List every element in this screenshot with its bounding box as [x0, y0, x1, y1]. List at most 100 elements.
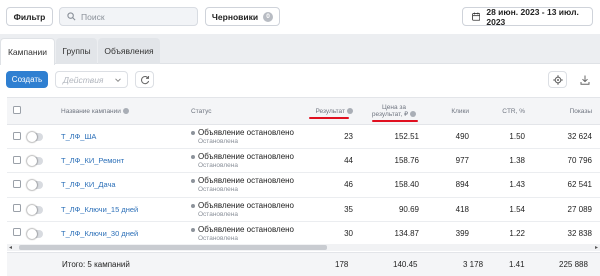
clicks-cell: 399 — [427, 221, 477, 246]
campaign-name-link[interactable]: Т_ЛФ_Ключи_15 дней — [61, 205, 138, 214]
status-cell: Объявление остановлено Остановлена — [187, 172, 309, 198]
drafts-button[interactable]: Черновики 0 — [205, 7, 280, 26]
status-cell: Объявление остановлено Остановлена — [187, 221, 309, 246]
row-checkbox-cell — [7, 148, 27, 174]
download-button[interactable] — [575, 71, 594, 88]
row-checkbox-cell — [7, 172, 27, 198]
scroll-left-icon[interactable]: ◂ — [9, 244, 12, 251]
campaigns-table: Название кампании Статус Результат Цена … — [7, 97, 600, 246]
campaign-name-link[interactable]: Т_ЛФ_ША — [61, 132, 96, 141]
header-name[interactable]: Название кампании — [57, 97, 187, 125]
row-toggle-cell — [27, 148, 57, 174]
horizontal-scrollbar[interactable]: ◂ ▸ — [7, 244, 600, 251]
create-button[interactable]: Создать — [6, 71, 48, 88]
row-checkbox[interactable] — [13, 179, 21, 188]
date-range-picker[interactable]: 28 июн. 2023 - 13 июл. 2023 — [462, 6, 593, 27]
status-text: Объявление остановлено — [191, 225, 309, 234]
create-button-label: Создать — [11, 75, 43, 84]
price-cell: 152.51 — [361, 124, 427, 150]
campaign-name-link[interactable]: Т_ЛФ_Ключи_30 дней — [61, 229, 138, 238]
campaign-toggle[interactable] — [27, 228, 43, 239]
clicks-cell: 894 — [427, 172, 477, 198]
chevron-down-icon — [115, 78, 121, 83]
refresh-button[interactable] — [135, 71, 154, 88]
table-header-row: Название кампании Статус Результат Цена … — [7, 97, 600, 125]
header-price-label: Цена за результат, ₽ — [371, 104, 409, 118]
date-range-text: 28 июн. 2023 - 13 июл. 2023 — [486, 6, 579, 27]
header-ctr-label: CTR, % — [502, 107, 525, 115]
campaign-toggle[interactable] — [27, 204, 43, 215]
status-cell: Объявление остановлено Остановлена — [187, 197, 309, 222]
filter-button[interactable]: Фильтр — [6, 7, 53, 26]
header-name-label: Название кампании — [61, 107, 121, 115]
highlight-underline-price — [372, 120, 418, 122]
status-label: Объявление остановлено — [198, 200, 295, 210]
tabs-bar: Кампании Группы Объявления — [0, 34, 600, 65]
campaign-name-cell: Т_ЛФ_ША — [57, 124, 187, 150]
search-icon — [67, 12, 76, 21]
drafts-count-badge: 0 — [263, 11, 274, 22]
result-cell: 46 — [309, 172, 361, 198]
totals-row: Итого: 5 кампаний 178 140.45 3 178 1.41 … — [7, 252, 600, 276]
row-checkbox[interactable] — [13, 155, 21, 164]
table-row[interactable]: Т_ЛФ_ША Объявление остановлено Остановлена… — [7, 124, 600, 150]
help-icon — [410, 111, 417, 118]
tab-ads[interactable]: Объявления — [98, 38, 160, 64]
select-all-checkbox[interactable] — [13, 106, 21, 114]
row-checkbox[interactable] — [13, 204, 21, 213]
clicks-cell: 490 — [427, 124, 477, 150]
search-input[interactable]: Поиск — [59, 7, 198, 26]
campaign-toggle[interactable] — [27, 180, 43, 191]
table-row[interactable]: Т_ЛФ_Ключи_15 дней Объявление остановлено… — [7, 197, 600, 222]
campaign-name-link[interactable]: Т_ЛФ_КИ_Ремонт — [61, 156, 124, 165]
header-ctr[interactable]: CTR, % — [477, 97, 533, 125]
status-subtext: Остановлена — [198, 162, 238, 170]
scroll-right-icon[interactable]: ▸ — [595, 244, 598, 251]
row-checkbox-cell — [7, 124, 27, 150]
header-status[interactable]: Статус — [187, 97, 309, 125]
totals-price: 140.45 — [393, 260, 418, 269]
header-shows[interactable]: Показы — [533, 97, 600, 125]
header-clicks[interactable]: Клики — [427, 97, 477, 125]
tab-ads-label: Объявления — [104, 46, 154, 56]
clicks-cell: 418 — [427, 197, 477, 222]
row-checkbox[interactable] — [13, 131, 21, 140]
campaign-toggle[interactable] — [27, 131, 43, 142]
row-checkbox-cell — [7, 221, 27, 246]
table-row[interactable]: Т_ЛФ_КИ_Ремонт Объявление остановлено Оста… — [7, 148, 600, 174]
price-cell: 158.76 — [361, 148, 427, 174]
table-row[interactable]: Т_ЛФ_Ключи_30 дней Объявление остановлено… — [7, 221, 600, 246]
shows-cell: 32 624 — [533, 124, 600, 150]
search-placeholder: Поиск — [81, 11, 105, 22]
status-dot-icon — [191, 130, 195, 135]
actions-select[interactable]: Действия — [55, 71, 128, 88]
status-label: Объявление остановлено — [198, 176, 295, 186]
table-row[interactable]: Т_ЛФ_КИ_Дача Объявление остановлено Остано… — [7, 172, 600, 198]
header-result[interactable]: Результат — [309, 97, 361, 125]
campaign-name-link[interactable]: Т_ЛФ_КИ_Дача — [61, 180, 116, 189]
status-cell: Объявление остановлено Остановлена — [187, 124, 309, 150]
gear-icon — [552, 74, 563, 85]
row-checkbox[interactable] — [13, 228, 21, 237]
table-body: Т_ЛФ_ША Объявление остановлено Остановлена… — [7, 124, 600, 246]
status-subtext: Остановлена — [198, 186, 238, 194]
campaign-toggle[interactable] — [27, 156, 43, 167]
result-cell: 35 — [309, 197, 361, 222]
scrollbar-thumb[interactable] — [19, 245, 327, 250]
actions-placeholder: Действия — [63, 74, 104, 85]
settings-button[interactable] — [548, 71, 567, 88]
row-checkbox-cell — [7, 197, 27, 222]
ctr-cell: 1.43 — [477, 172, 533, 198]
status-dot-icon — [191, 155, 195, 160]
status-subtext: Остановлена — [198, 234, 238, 242]
row-toggle-cell — [27, 172, 57, 198]
tab-campaigns[interactable]: Кампании — [0, 38, 55, 65]
shows-cell: 27 089 — [533, 197, 600, 222]
campaign-name-cell: Т_ЛФ_Ключи_30 дней — [57, 221, 187, 246]
drafts-label: Черновики — [211, 11, 259, 22]
campaign-name-cell: Т_ЛФ_КИ_Ремонт — [57, 148, 187, 174]
status-label: Объявление остановлено — [198, 224, 295, 234]
tab-groups[interactable]: Группы — [56, 38, 97, 64]
ctr-cell: 1.54 — [477, 197, 533, 222]
status-subtext: Остановлена — [198, 210, 238, 218]
